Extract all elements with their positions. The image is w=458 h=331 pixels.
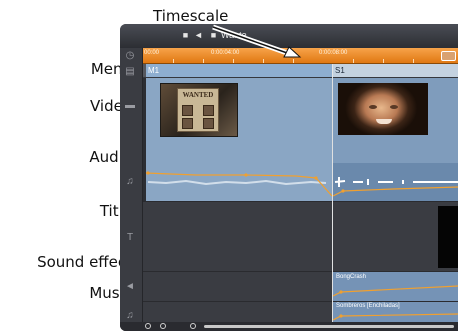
clock-icon[interactable]: ◷: [124, 50, 136, 62]
track-header-gutter: ◷ ▤ ▬ ♫ T ◄ ♫: [120, 48, 143, 331]
eye: [390, 105, 398, 109]
ruler-tick: [383, 59, 384, 63]
audio-track: [143, 163, 458, 201]
poster-photo: [203, 118, 214, 129]
audio-clip-b[interactable]: [332, 163, 458, 201]
sound-effect-track: BongCrash: [143, 271, 458, 302]
video-clip-wanted[interactable]: WANTED: [146, 78, 332, 163]
timescale-callout: Timescale: [153, 7, 229, 25]
speaker-icon[interactable]: ◄: [193, 30, 204, 40]
ruler-tick: [263, 59, 264, 63]
keyframe-point: [244, 173, 248, 177]
scene-marker-s1[interactable]: S1: [333, 64, 458, 77]
timeline-toolbar: ■ ◄ ■ Wante: [120, 24, 458, 48]
ruler-tick: [293, 59, 294, 63]
title-track: [143, 201, 458, 272]
ruler-time-label: 00:00: [144, 50, 160, 56]
volume-envelope: [332, 186, 458, 197]
mouth: [376, 119, 392, 124]
timeline-bottom-bar: [120, 322, 458, 331]
title-track-icon[interactable]: T: [124, 232, 136, 244]
wanted-poster-thumbnail: WANTED: [160, 83, 238, 137]
ruler-tick: [173, 59, 174, 63]
audio-waveform-a: [145, 171, 333, 197]
video-track-icon[interactable]: ▬: [124, 100, 136, 112]
title-clip[interactable]: [438, 206, 458, 268]
keyframe-point: [314, 176, 318, 180]
ruler-time-label: 0:00:04:00: [211, 50, 240, 56]
ruler-time-label: 0:00:08:00: [319, 50, 348, 56]
audio-track-icon[interactable]: ♫: [124, 176, 136, 188]
video-track: WANTED: [143, 78, 458, 163]
zoom-in-icon[interactable]: [145, 323, 151, 329]
menu-marker-m1[interactable]: M1: [146, 64, 332, 77]
poster-text: WANTED: [182, 91, 214, 99]
zoom-out-icon[interactable]: [160, 323, 166, 329]
sfx-volume-line: [333, 285, 458, 297]
audio-clip-a[interactable]: [145, 163, 333, 201]
menu-marker-row: M1 S1: [143, 64, 458, 77]
ruler-tick: [233, 59, 234, 63]
project-title: Wante: [221, 30, 247, 40]
scroll-start-icon[interactable]: [190, 323, 196, 329]
wanted-poster: WANTED: [177, 88, 219, 132]
clip-boundary-line: [332, 64, 333, 324]
keyframe-point: [341, 189, 345, 193]
sound-effect-clip[interactable]: BongCrash: [333, 272, 458, 302]
poster-photo: [182, 105, 193, 116]
ruler-tick: [203, 59, 204, 63]
poster-photo: [182, 118, 193, 129]
sound-effect-track-icon[interactable]: ◄: [124, 281, 136, 293]
poster-photo: [203, 105, 214, 116]
video-clip-face[interactable]: [333, 78, 458, 163]
ruler-tick: [413, 59, 414, 63]
timeline-window: ■ ◄ ■ Wante ◷ ▤ ▬ ♫ T ◄ ♫ 00:00 0:00:04:…: [120, 24, 458, 331]
menu-track-icon[interactable]: ▤: [124, 66, 136, 78]
eye: [369, 105, 377, 109]
folder-icon[interactable]: ■: [208, 30, 219, 40]
horizontal-scrollbar[interactable]: [204, 325, 454, 328]
music-track-icon[interactable]: ♫: [124, 310, 136, 322]
scrubber-handle[interactable]: [441, 51, 456, 61]
keyframe-point: [146, 171, 150, 175]
video-camera-icon[interactable]: ■: [180, 30, 191, 40]
volume-envelope: [145, 172, 333, 197]
timescale-ruler[interactable]: 00:00 0:00:04:00 0:00:08:00: [143, 48, 458, 64]
face-thumbnail: [338, 83, 428, 135]
sound-effect-track-label: Sound effect: [37, 253, 132, 271]
audio-waveform-b: [332, 177, 458, 197]
ruler-tick: [353, 59, 354, 63]
